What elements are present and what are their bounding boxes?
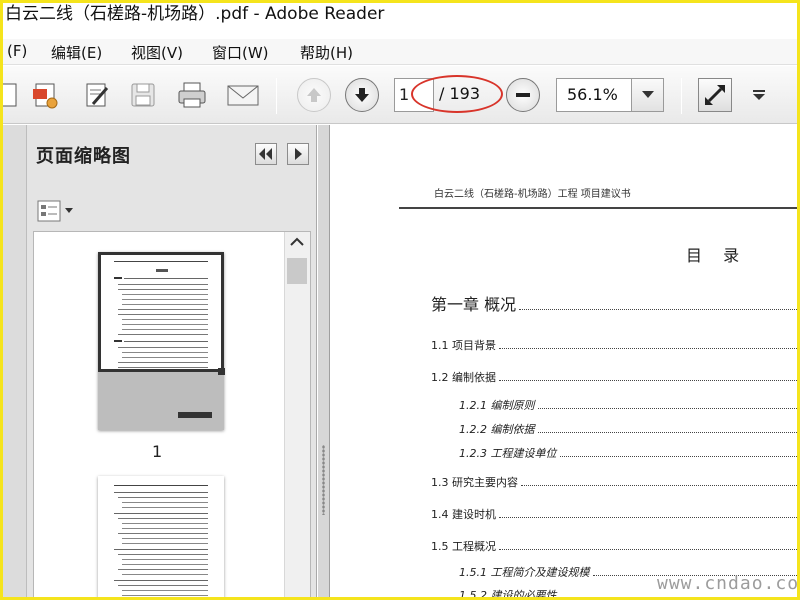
page-thumbnail-1[interactable] [98,252,225,430]
thumbnails-panel: 页面缩略图 1 [3,125,317,597]
header-rule [399,207,797,209]
scroll-up-icon[interactable] [285,232,309,252]
toc-entry[interactable]: 1.5 工程概况 [431,538,797,554]
document-title: 目 录 [686,246,748,265]
document-header: 白云二线（石槎路-机场路）工程 项目建议书 [434,189,631,200]
document-view[interactable]: 白云二线（石槎路-机场路）工程 项目建议书 目 录 第一章 概况 1.1 项目背… [331,125,797,600]
toc-entry-text: 第一章 概况 [431,295,517,314]
toc-entry-text: 1.1 项目背景 [431,339,496,352]
fullscreen-icon[interactable] [697,78,733,112]
thumbnail-shade [98,372,224,430]
toolbar-separator [681,78,682,114]
toolbar-separator [276,78,277,114]
page-count-highlight [411,75,503,113]
toc-entry-text: 1.3 研究主要内容 [431,476,518,489]
menu-help[interactable]: 帮助(H) [300,42,353,63]
toc-entry[interactable]: 第一章 概况 [431,291,797,315]
thumbnail-list[interactable]: 1 [33,231,311,597]
email-icon[interactable] [225,78,261,112]
zoom-level-field[interactable]: 56.1% [556,78,664,112]
navigation-strip [3,125,27,597]
toc-entry-text: 1.2.2 编制依据 [459,423,535,436]
thumbnail-label: 1 [152,442,163,461]
view-region-handle[interactable] [178,412,212,418]
open-icon[interactable] [3,78,25,112]
window-frame: 白云二线（石槎路-机场路）.pdf - Adobe Reader (F) 编辑(… [0,0,800,600]
menu-window[interactable]: 窗口(W) [212,42,269,63]
toc-entry[interactable]: 1.2.3 工程建设单位 [459,445,797,461]
zoom-out-icon[interactable] [505,78,541,112]
toc-entry-text: 1.5 工程概况 [431,540,496,553]
toc-entry[interactable]: 1.2 编制依据 [431,369,797,385]
view-region-box[interactable] [98,252,224,372]
create-pdf-icon[interactable] [27,78,63,112]
watermark: www.cndao.com [657,573,800,594]
menu-edit[interactable]: 编辑(E) [51,42,102,63]
toc-entry-text: 1.2.1 编制原则 [459,399,535,412]
menu-bar: (F) 编辑(E) 视图(V) 窗口(W) 帮助(H) [3,39,797,65]
thumbnail-options-icon[interactable] [37,199,77,223]
page-thumbnail-2[interactable] [98,476,224,597]
menu-view[interactable]: 视图(V) [131,42,183,63]
print-icon[interactable] [174,78,210,112]
toc-entry[interactable]: 1.1 项目背景 [431,337,797,353]
expand-panel-icon[interactable] [287,143,309,165]
menu-file[interactable]: (F) [7,42,27,60]
toc-entry[interactable]: 1.2.2 编制依据 [459,421,797,437]
collapse-panel-icon[interactable] [255,143,277,165]
next-page-icon[interactable] [344,78,380,112]
previous-page-icon[interactable] [296,78,332,112]
toc-entry-text: 1.5.1 工程简介及建设规模 [459,566,590,579]
toc-entry[interactable]: 1.4 建设时机 [431,506,797,522]
scrollbar-thumb[interactable] [287,258,307,284]
panel-splitter[interactable] [318,125,330,597]
thumbnail-scrollbar[interactable] [284,232,310,597]
edit-document-icon[interactable] [78,78,114,112]
toc-entry-text: 1.2.3 工程建设单位 [459,447,557,460]
splitter-grip[interactable] [322,445,325,515]
toolbar-more-icon[interactable] [741,78,777,112]
toc-entry-text: 1.4 建设时机 [431,508,496,521]
toc-entry[interactable]: 1.3 研究主要内容 [431,474,797,490]
toc-entry-text: 1.5.2 建设的必要性 [459,589,557,600]
toc-entry[interactable]: 1.2.1 编制原则 [459,397,797,413]
panel-title: 页面缩略图 [36,146,131,167]
chevron-down-icon[interactable] [631,79,663,111]
toc-entry-text: 1.2 编制依据 [431,371,496,384]
save-icon[interactable] [125,78,161,112]
window-title: 白云二线（石槎路-机场路）.pdf - Adobe Reader [3,3,797,33]
resize-handle[interactable] [218,368,225,375]
zoom-value: 56.1% [567,85,618,104]
